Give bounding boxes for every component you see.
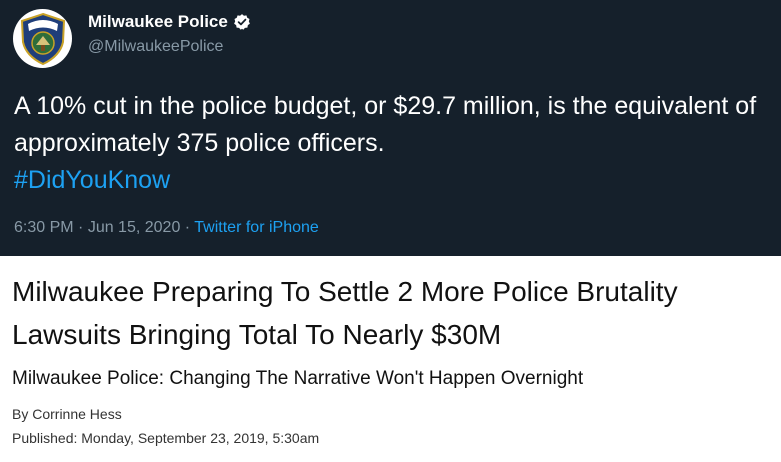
article-published-date: Published: Monday, September 23, 2019, 5… (12, 430, 320, 446)
tweet-meta: 6:30 PM · Jun 15, 2020 · Twitter for iPh… (14, 219, 319, 237)
tweet-source-link[interactable]: Twitter for iPhone (194, 219, 319, 236)
tweet-card: Milwaukee Police @MilwaukeePolice A 10% … (0, 0, 781, 256)
tweet-time[interactable]: 6:30 PM (14, 219, 74, 236)
hashtag-link[interactable]: #DidYouKnow (14, 162, 774, 199)
tweet-body: A 10% cut in the police budget, or $29.7… (14, 88, 774, 199)
verified-badge-icon (233, 13, 251, 31)
tweet-text: A 10% cut in the police budget, or $29.7… (14, 92, 757, 157)
display-name[interactable]: Milwaukee Police (88, 12, 251, 32)
article-headline[interactable]: Milwaukee Preparing To Settle 2 More Pol… (12, 270, 780, 356)
meta-separator: · (73, 219, 88, 236)
police-badge-icon[interactable] (13, 9, 72, 68)
article-subheadline: Milwaukee Police: Changing The Narrative… (12, 368, 584, 389)
meta-separator: · (180, 219, 195, 236)
article-byline: By Corrinne Hess (12, 406, 122, 422)
news-article: Milwaukee Preparing To Settle 2 More Pol… (0, 256, 781, 462)
user-handle[interactable]: @MilwaukeePolice (88, 38, 223, 56)
tweet-date[interactable]: Jun 15, 2020 (88, 219, 181, 236)
display-name-text[interactable]: Milwaukee Police (88, 12, 228, 32)
